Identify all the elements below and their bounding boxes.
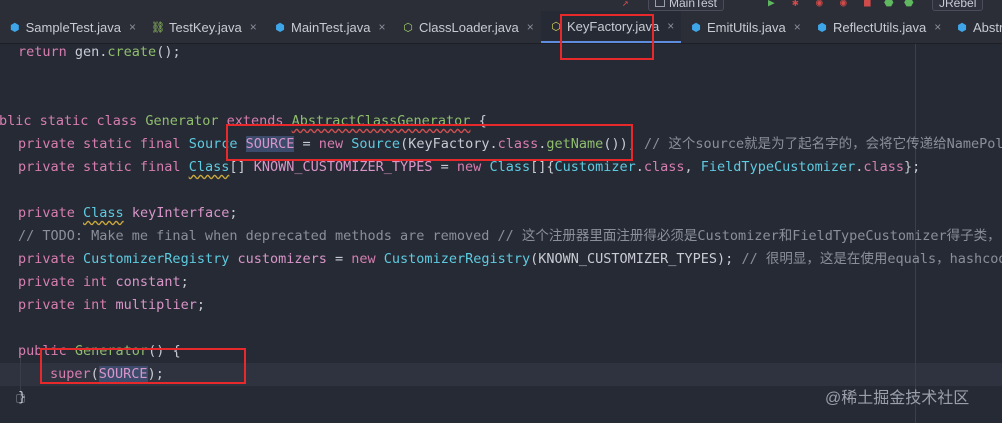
tab-label: Abstr	[973, 19, 1002, 35]
jrebel-label: JRebel	[939, 0, 977, 10]
tab-label: ClassLoader.java	[419, 19, 519, 35]
class-icon: ⬢	[817, 21, 827, 34]
run-icon[interactable]: ▶	[768, 0, 775, 9]
jrebel-run-icon[interactable]: ⬣	[904, 0, 914, 9]
tab-class-loader[interactable]: ⬡ ClassLoader.java ×	[393, 11, 541, 43]
class-icon: ⬢	[275, 21, 285, 34]
profile-icon[interactable]: ◉	[840, 0, 847, 9]
code-line-closing-brace: }	[18, 389, 27, 405]
tab-label: EmitUtils.java	[707, 19, 786, 35]
config-icon	[655, 0, 665, 7]
code-line-constant: private int constant;	[18, 274, 189, 290]
code-line-key-interface: private Class keyInterface;	[18, 205, 238, 221]
code-line-multiplier: private int multiplier;	[18, 297, 205, 313]
run-configuration-selector[interactable]: MainTest	[648, 0, 725, 11]
annotation-box-source-field	[226, 124, 633, 161]
class-icon: ⬢	[957, 21, 967, 34]
coverage-icon[interactable]: ◉	[816, 0, 823, 9]
tab-label: TestKey.java	[169, 19, 242, 35]
hammer-icon[interactable]: ↗	[622, 0, 629, 9]
code-line-todo-comment: // TODO: Make me final when deprecated m…	[18, 228, 1001, 244]
tab-abstract[interactable]: ⬢ Abstr	[947, 11, 1002, 43]
close-icon[interactable]: ×	[934, 20, 941, 34]
run-config-label: MainTest	[669, 0, 718, 10]
annotation-box-super-call	[40, 348, 246, 384]
editor-tab-bar: ⬢ SampleTest.java × ⛓ TestKey.java × ⬢ M…	[0, 11, 1002, 44]
close-icon[interactable]: ×	[129, 20, 136, 34]
tab-label: ReflectUtils.java	[833, 19, 927, 35]
code-line-return: return gen.create();	[18, 44, 181, 60]
class-icon: ⬢	[691, 21, 701, 34]
attach-icon[interactable]: ⬣	[884, 0, 894, 9]
tab-label: MainTest.java	[291, 19, 371, 35]
annotation-box-tab	[560, 14, 654, 60]
tab-sample-test[interactable]: ⬢ SampleTest.java ×	[0, 11, 136, 43]
close-icon[interactable]: ×	[250, 20, 257, 34]
watermark: @稀土掘金技术社区	[825, 390, 970, 407]
close-icon[interactable]: ×	[667, 19, 674, 33]
top-toolbar: ↗ MainTest ▶ ✱ ◉ ◉ ■ ⬣ ⬣ JRebel	[0, 0, 1002, 11]
tab-emit-utils[interactable]: ⬢ EmitUtils.java ×	[681, 11, 805, 43]
close-icon[interactable]: ×	[527, 20, 534, 34]
package-icon: ⛓	[151, 21, 165, 34]
close-icon[interactable]: ×	[794, 20, 801, 34]
class-icon: ⬢	[9, 21, 20, 34]
tab-reflect-utils[interactable]: ⬢ ReflectUtils.java ×	[807, 11, 947, 43]
stop-icon[interactable]: ■	[864, 0, 871, 9]
tab-test-key[interactable]: ⛓ TestKey.java ×	[143, 11, 269, 43]
close-icon[interactable]: ×	[378, 20, 385, 34]
jrebel-selector[interactable]: JRebel	[932, 0, 984, 11]
interface-icon: ⬡	[403, 21, 413, 34]
tab-label: SampleTest.java	[25, 19, 121, 35]
debug-icon[interactable]: ✱	[792, 0, 799, 9]
tab-main-test[interactable]: ⬢ MainTest.java ×	[265, 11, 393, 43]
code-line-customizers: private CustomizerRegistry customizers =…	[18, 251, 1002, 267]
